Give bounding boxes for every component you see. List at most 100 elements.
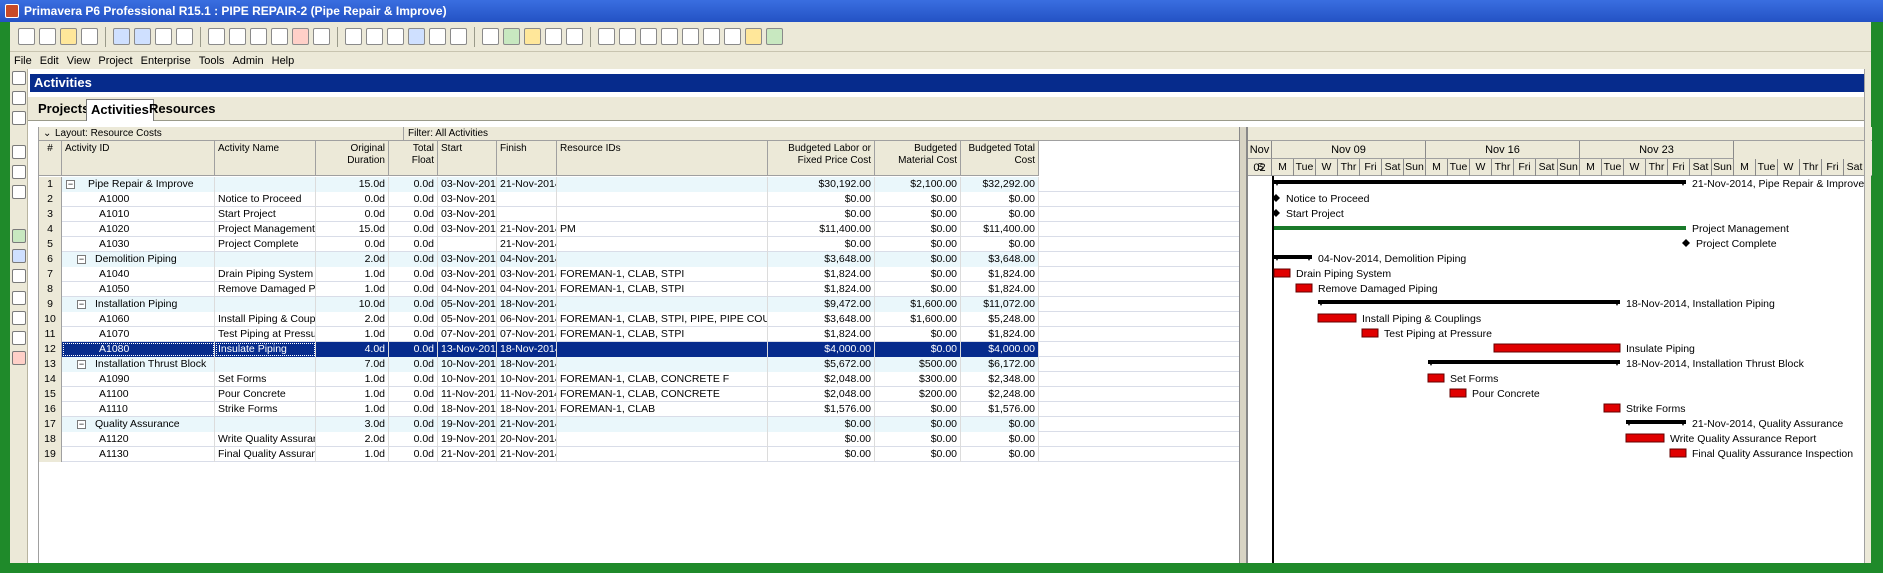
cell-n[interactable]: 5: [39, 237, 62, 252]
cell-id[interactable]: − Quality Assurance: [62, 417, 215, 432]
gantt-chart-icon[interactable]: [134, 28, 151, 45]
cell-fl[interactable]: 0.0d: [389, 447, 438, 462]
reports-icon[interactable]: [12, 185, 26, 199]
col-header-finish[interactable]: Finish: [497, 141, 557, 176]
cell-fi[interactable]: 18-Nov-2014: [497, 357, 557, 372]
cell-dur[interactable]: 3.0d: [316, 417, 389, 432]
cell-tot[interactable]: $0.00: [961, 207, 1039, 222]
zoom-fit-icon[interactable]: [640, 28, 657, 45]
cell-n[interactable]: 6: [39, 252, 62, 267]
cell-name[interactable]: Project Complete: [215, 237, 316, 252]
cell-n[interactable]: 13: [39, 357, 62, 372]
cell-n[interactable]: 1: [39, 177, 62, 192]
cell-name[interactable]: [215, 297, 316, 312]
cell-lab[interactable]: $1,824.00: [768, 327, 875, 342]
cell-lab[interactable]: $2,048.00: [768, 387, 875, 402]
cell-st[interactable]: 19-Nov-2014: [438, 417, 497, 432]
cell-n[interactable]: 7: [39, 267, 62, 282]
cell-fi[interactable]: 03-Nov-2014: [497, 267, 557, 282]
critical-activity-bar[interactable]: [1273, 268, 1291, 278]
cell-fi[interactable]: 21-Nov-2014: [497, 417, 557, 432]
table-row[interactable]: 7 A1040 Drain Piping System 1.0d 0.0d 03-Nov-…: [39, 267, 1240, 282]
cell-n[interactable]: 11: [39, 327, 62, 342]
schedule-icon[interactable]: [313, 28, 330, 45]
cell-lab[interactable]: $0.00: [768, 447, 875, 462]
critical-activity-bar[interactable]: [1669, 448, 1687, 458]
cell-lab[interactable]: $4,000.00: [768, 342, 875, 357]
cell-tot[interactable]: $5,248.00: [961, 312, 1039, 327]
cell-n[interactable]: 19: [39, 447, 62, 462]
cell-dur[interactable]: 1.0d: [316, 402, 389, 417]
bars-icon[interactable]: [387, 28, 404, 45]
cell-dur[interactable]: 2.0d: [316, 252, 389, 267]
cell-tot[interactable]: $0.00: [961, 432, 1039, 447]
table-row[interactable]: 8A1050Remove Damaged Pipir1.0d0.0d04-Nov…: [39, 282, 1240, 297]
cell-name[interactable]: [215, 252, 316, 267]
cell-mat[interactable]: $0.00: [875, 192, 961, 207]
link-icon[interactable]: [271, 28, 288, 45]
cell-fi[interactable]: 04-Nov-2014: [497, 252, 557, 267]
cell-fi[interactable]: 20-Nov-2014: [497, 432, 557, 447]
chevron-down-icon[interactable]: ⌄: [43, 127, 51, 141]
cell-dur[interactable]: 1.0d: [316, 327, 389, 342]
details-icon[interactable]: [176, 28, 193, 45]
refresh-icon[interactable]: [503, 28, 520, 45]
cell-dur[interactable]: 10.0d: [316, 297, 389, 312]
wbs-icon[interactable]: [12, 91, 26, 105]
cell-res[interactable]: FOREMAN-1, CLAB, STPI: [557, 327, 768, 342]
cell-mat[interactable]: $200.00: [875, 387, 961, 402]
cell-dur[interactable]: 15.0d: [316, 177, 389, 192]
cell-id[interactable]: A1050: [62, 282, 215, 297]
cell-res[interactable]: [557, 177, 768, 192]
table-row[interactable]: 13− Installation Thrust Block 7.0d 0.0d 10-N…: [39, 357, 1240, 372]
cell-res[interactable]: [557, 447, 768, 462]
milestone-marker[interactable]: [1682, 239, 1690, 247]
cell-name[interactable]: [215, 357, 316, 372]
tab-projects[interactable]: Projects: [34, 99, 93, 121]
activity-network-icon[interactable]: [155, 28, 172, 45]
table-row[interactable]: 12 A1080 Insulate Piping 4.0d 0.0d 13-Nov-201…: [39, 342, 1240, 357]
cell-id[interactable]: A1070: [62, 327, 215, 342]
cell-dur[interactable]: 0.0d: [316, 207, 389, 222]
cell-dur[interactable]: 4.0d: [316, 342, 389, 357]
cell-n[interactable]: 12: [39, 342, 62, 357]
cell-fl[interactable]: 0.0d: [389, 177, 438, 192]
cell-fi[interactable]: 07-Nov-2014: [497, 327, 557, 342]
paste-icon[interactable]: [229, 28, 246, 45]
cell-lab[interactable]: $0.00: [768, 417, 875, 432]
cell-tot[interactable]: $0.00: [961, 192, 1039, 207]
critical-activity-bar[interactable]: [1625, 433, 1665, 443]
cell-lab[interactable]: $0.00: [768, 207, 875, 222]
cell-name[interactable]: Pour Concrete: [215, 387, 316, 402]
number-format-icon[interactable]: [450, 28, 467, 45]
level-of-effort-bar[interactable]: [1274, 226, 1686, 230]
cell-st[interactable]: 21-Nov-2014: [438, 447, 497, 462]
cell-name[interactable]: Test Piping at Pressure: [215, 327, 316, 342]
cell-dur[interactable]: 1.0d: [316, 267, 389, 282]
cell-fi[interactable]: 21-Nov-2014: [497, 447, 557, 462]
cell-lab[interactable]: $30,192.00: [768, 177, 875, 192]
zoom-in-icon[interactable]: [598, 28, 615, 45]
level-icon[interactable]: [545, 28, 562, 45]
table-row[interactable]: 19A1130Final Quality Assurance1.0d0.0d21…: [39, 447, 1240, 462]
progress-icon[interactable]: [524, 28, 541, 45]
collapse-toggle-icon[interactable]: −: [66, 179, 75, 189]
cell-fi[interactable]: [497, 192, 557, 207]
cell-st[interactable]: 03-Nov-2014: [438, 267, 497, 282]
view-splitter[interactable]: [1239, 127, 1247, 563]
cell-lab[interactable]: $9,472.00: [768, 297, 875, 312]
cell-n[interactable]: 18: [39, 432, 62, 447]
cell-id[interactable]: A1030: [62, 237, 215, 252]
cell-dur[interactable]: 15.0d: [316, 222, 389, 237]
layout-icon[interactable]: [345, 28, 362, 45]
cell-id[interactable]: A1130: [62, 447, 215, 462]
table-icon[interactable]: [113, 28, 130, 45]
cell-mat[interactable]: $0.00: [875, 402, 961, 417]
cell-res[interactable]: [557, 207, 768, 222]
cell-fi[interactable]: 21-Nov-2014: [497, 222, 557, 237]
columns-icon[interactable]: [366, 28, 383, 45]
save-icon[interactable]: [81, 28, 98, 45]
menu-edit[interactable]: Edit: [40, 55, 59, 67]
cell-mat[interactable]: $0.00: [875, 432, 961, 447]
cell-fl[interactable]: 0.0d: [389, 237, 438, 252]
